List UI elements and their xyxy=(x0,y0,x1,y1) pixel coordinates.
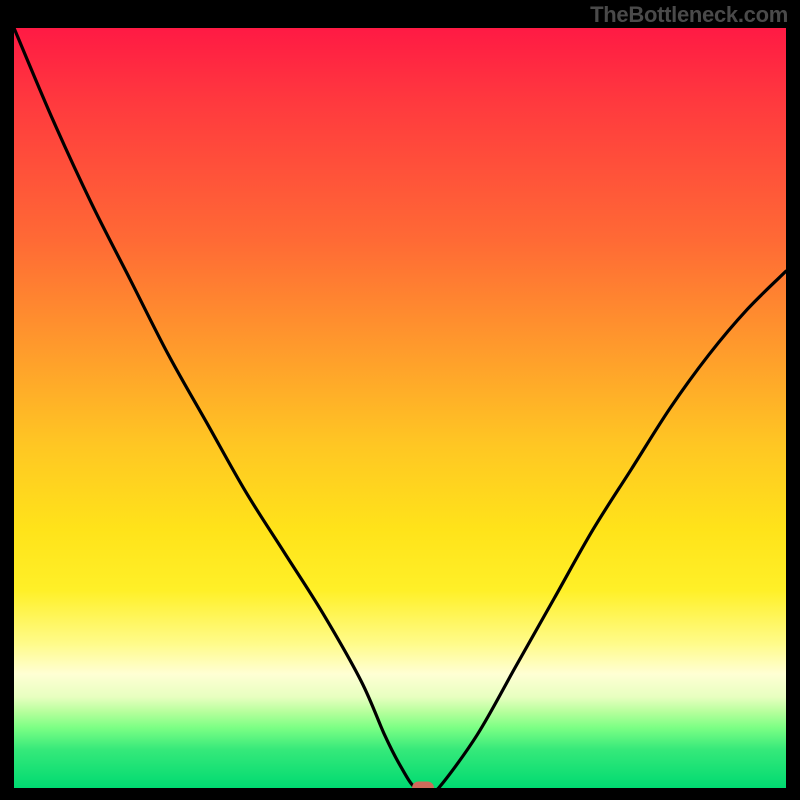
chart-frame: TheBottleneck.com xyxy=(0,0,800,800)
watermark-text: TheBottleneck.com xyxy=(590,2,788,28)
bottleneck-curve xyxy=(14,28,786,788)
plot-area xyxy=(14,28,786,788)
optimal-marker xyxy=(412,782,434,789)
curve-path xyxy=(14,28,786,788)
